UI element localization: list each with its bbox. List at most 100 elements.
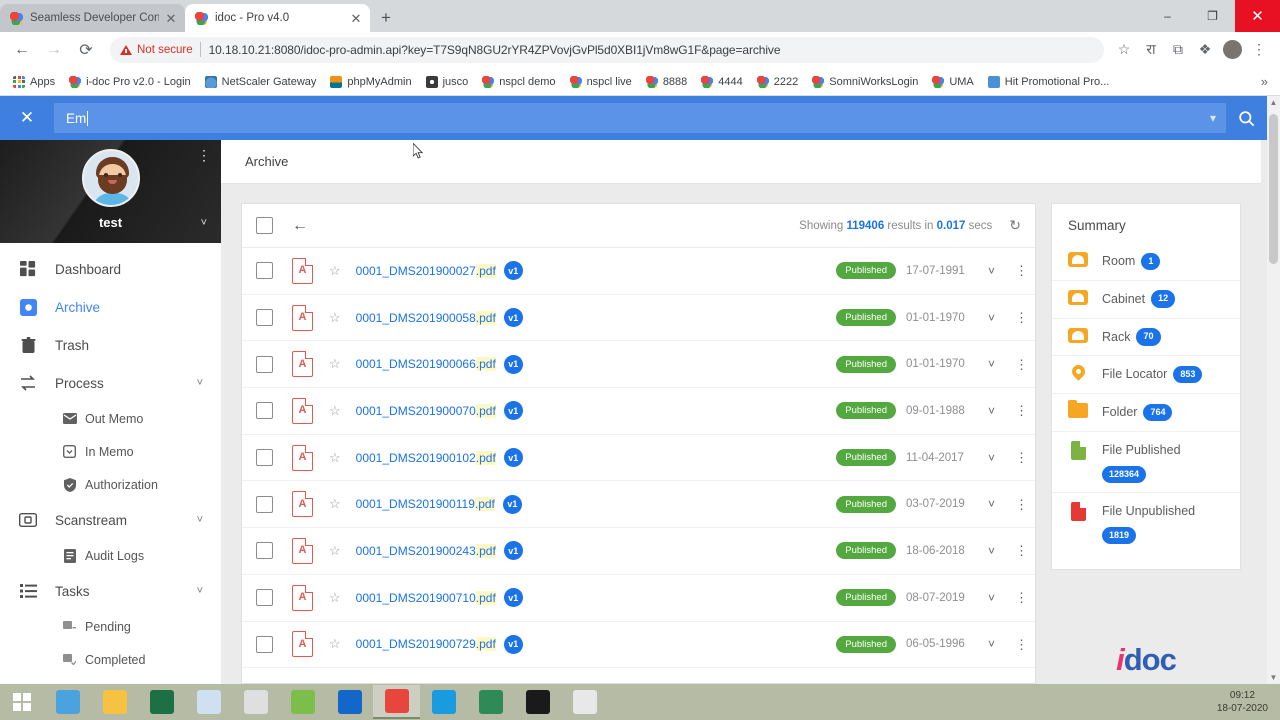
back-button[interactable]: ← [8, 36, 36, 64]
sidebar-item-scanstream[interactable]: Scanstream ˅ [0, 501, 221, 539]
sidebar-subitem-completed[interactable]: Completed [0, 643, 221, 676]
file-name-link[interactable]: 0001_DMS201900729.pdf [356, 637, 496, 651]
bookmarks-overflow-icon[interactable]: » [1255, 74, 1274, 89]
row-checkbox[interactable] [256, 402, 273, 419]
favorite-star-icon[interactable]: ☆ [329, 496, 341, 512]
favorite-star-icon[interactable]: ☆ [329, 543, 341, 559]
summary-row[interactable]: Rack70 [1052, 318, 1240, 356]
row-menu-kebab-icon[interactable]: ⋮ [1015, 454, 1021, 461]
favorite-star-icon[interactable]: ☆ [329, 263, 341, 279]
bookmark-uma[interactable]: UMA [925, 71, 980, 93]
table-row[interactable]: A☆0001_DMS201900058.pdfv1Published01-01-… [242, 295, 1035, 342]
row-expand-chevron-icon[interactable]: ˅ [988, 451, 995, 465]
page-scrollbar[interactable]: ▲ ▼ [1267, 96, 1280, 684]
search-input[interactable]: Em ▾ [54, 103, 1226, 133]
scroll-up-arrow-icon[interactable]: ▲ [1267, 96, 1280, 109]
tab-close-icon[interactable]: ✕ [163, 10, 179, 26]
browser-tab-1[interactable]: Seamless Developer Console v1. ✕ [0, 4, 185, 32]
address-bar[interactable]: Not secure 10.18.10.21:8080/idoc-pro-adm… [110, 37, 1104, 63]
reload-button[interactable]: ⟳ [72, 36, 100, 64]
row-expand-chevron-icon[interactable]: ˅ [988, 311, 995, 325]
row-expand-chevron-icon[interactable]: ˅ [988, 497, 995, 511]
back-arrow-icon[interactable]: ← [292, 217, 308, 235]
taskbar-java-icon[interactable] [561, 685, 608, 719]
extensions-puzzle-icon[interactable]: ❖ [1192, 37, 1218, 63]
taskbar-file-explorer-icon[interactable] [91, 685, 138, 719]
table-row[interactable]: A☆0001_DMS201900710.pdfv1Published08-07-… [242, 575, 1035, 622]
row-checkbox[interactable] [256, 262, 273, 279]
file-name-link[interactable]: 0001_DMS201900710.pdf [356, 591, 496, 605]
file-name-link[interactable]: 0001_DMS201900027.pdf [356, 264, 496, 278]
start-button[interactable] [0, 684, 44, 720]
refresh-icon[interactable]: ↻ [1009, 217, 1021, 234]
table-row[interactable]: A☆0001_DMS201900729.pdfv1Published06-05-… [242, 622, 1035, 669]
summary-row[interactable]: File Published128364 [1052, 431, 1240, 492]
file-name-link[interactable]: 0001_DMS201900102.pdf [356, 451, 496, 465]
browser-tab-2[interactable]: idoc - Pro v4.0 ✕ [185, 4, 370, 32]
taskbar-chrome-icon[interactable] [373, 685, 420, 719]
profile-name-row[interactable]: test ˅ [0, 215, 221, 230]
chevron-down-icon[interactable]: ˅ [197, 377, 203, 389]
search-icon[interactable] [1226, 96, 1266, 140]
file-name-link[interactable]: 0001_DMS201900070.pdf [356, 404, 496, 418]
file-name-link[interactable]: 0001_DMS201900058.pdf [356, 311, 496, 325]
taskbar-internet-explorer-icon[interactable] [44, 685, 91, 719]
sidebar-item-tasks[interactable]: Tasks ˅ [0, 572, 221, 610]
summary-row[interactable]: File Unpublished1819 [1052, 492, 1240, 553]
taskbar-command-prompt-icon[interactable] [514, 685, 561, 719]
sidebar-item-dashboard[interactable]: Dashboard [0, 250, 221, 288]
bookmark-jusco[interactable]: jusco [419, 71, 476, 93]
row-expand-chevron-icon[interactable]: ˅ [988, 264, 995, 278]
row-checkbox[interactable] [256, 496, 273, 513]
taskbar-edge-icon[interactable] [420, 685, 467, 719]
new-tab-button[interactable]: + [372, 4, 400, 32]
sidebar-subitem-out-memo[interactable]: Out Memo [0, 402, 221, 435]
favorite-star-icon[interactable]: ☆ [329, 636, 341, 652]
favorite-star-icon[interactable]: ☆ [329, 450, 341, 466]
row-menu-kebab-icon[interactable]: ⋮ [1015, 547, 1021, 554]
sidebar-item-trash[interactable]: Trash [0, 326, 221, 364]
chevron-down-icon[interactable]: ▾ [1210, 111, 1216, 125]
favorite-star-icon[interactable]: ☆ [329, 590, 341, 606]
summary-row[interactable]: Folder764 [1052, 393, 1240, 431]
favorite-star-icon[interactable]: ☆ [329, 310, 341, 326]
bookmark-somniworkslogin[interactable]: SomniWorksLogin [805, 71, 925, 93]
taskbar-clock[interactable]: 09:12 18-07-2020 [1217, 689, 1274, 716]
row-checkbox[interactable] [256, 309, 273, 326]
chevron-down-icon[interactable]: ˅ [197, 585, 203, 597]
bookmark-phpmyadmin[interactable]: phpMyAdmin [323, 71, 418, 93]
taskbar-excel-icon[interactable] [138, 685, 185, 719]
table-row[interactable]: A☆0001_DMS201900066.pdfv1Published01-01-… [242, 341, 1035, 388]
row-checkbox[interactable] [256, 589, 273, 606]
translate-icon[interactable]: रा [1138, 37, 1164, 63]
bookmark-apps[interactable]: Apps [6, 71, 62, 93]
row-checkbox[interactable] [256, 636, 273, 653]
taskbar-xodo-icon[interactable] [232, 685, 279, 719]
sidebar-subitem-in-memo[interactable]: In Memo [0, 435, 221, 468]
chevron-down-icon[interactable]: ˅ [201, 217, 207, 229]
select-all-checkbox[interactable] [256, 217, 273, 234]
sidebar-item-process[interactable]: Process ˅ [0, 364, 221, 402]
row-menu-kebab-icon[interactable]: ⋮ [1015, 594, 1021, 601]
table-row[interactable]: A☆0001_DMS201900243.pdfv1Published18-06-… [242, 528, 1035, 575]
row-checkbox[interactable] [256, 542, 273, 559]
sidebar-item-archive[interactable]: Archive [0, 288, 221, 326]
row-checkbox[interactable] [256, 449, 273, 466]
favorite-star-icon[interactable]: ☆ [329, 356, 341, 372]
forward-button[interactable]: → [40, 36, 68, 64]
summary-row[interactable]: Cabinet12 [1052, 280, 1240, 318]
table-row[interactable]: A☆0001_DMS201900102.pdfv1Published11-04-… [242, 435, 1035, 482]
bookmark-hit-promotional[interactable]: Hit Promotional Pro... [981, 71, 1117, 93]
sidebar-subitem-authorization[interactable]: Authorization [0, 468, 221, 501]
row-expand-chevron-icon[interactable]: ˅ [988, 637, 995, 651]
taskbar-team-viewer-icon[interactable] [467, 685, 514, 719]
bookmark-4444[interactable]: 4444 [694, 71, 749, 93]
scroll-down-arrow-icon[interactable]: ▼ [1267, 671, 1280, 684]
profile-avatar-icon[interactable] [1219, 37, 1245, 63]
table-row[interactable]: A☆0001_DMS201900027.pdfv1Published17-07-… [242, 248, 1035, 295]
sidebar-subitem-audit-logs[interactable]: Audit Logs [0, 539, 221, 572]
table-row[interactable]: A☆0001_DMS201900070.pdfv1Published09-01-… [242, 388, 1035, 435]
row-expand-chevron-icon[interactable]: ˅ [988, 357, 995, 371]
sidebar-subitem-pending[interactable]: Pending [0, 610, 221, 643]
row-checkbox[interactable] [256, 356, 273, 373]
